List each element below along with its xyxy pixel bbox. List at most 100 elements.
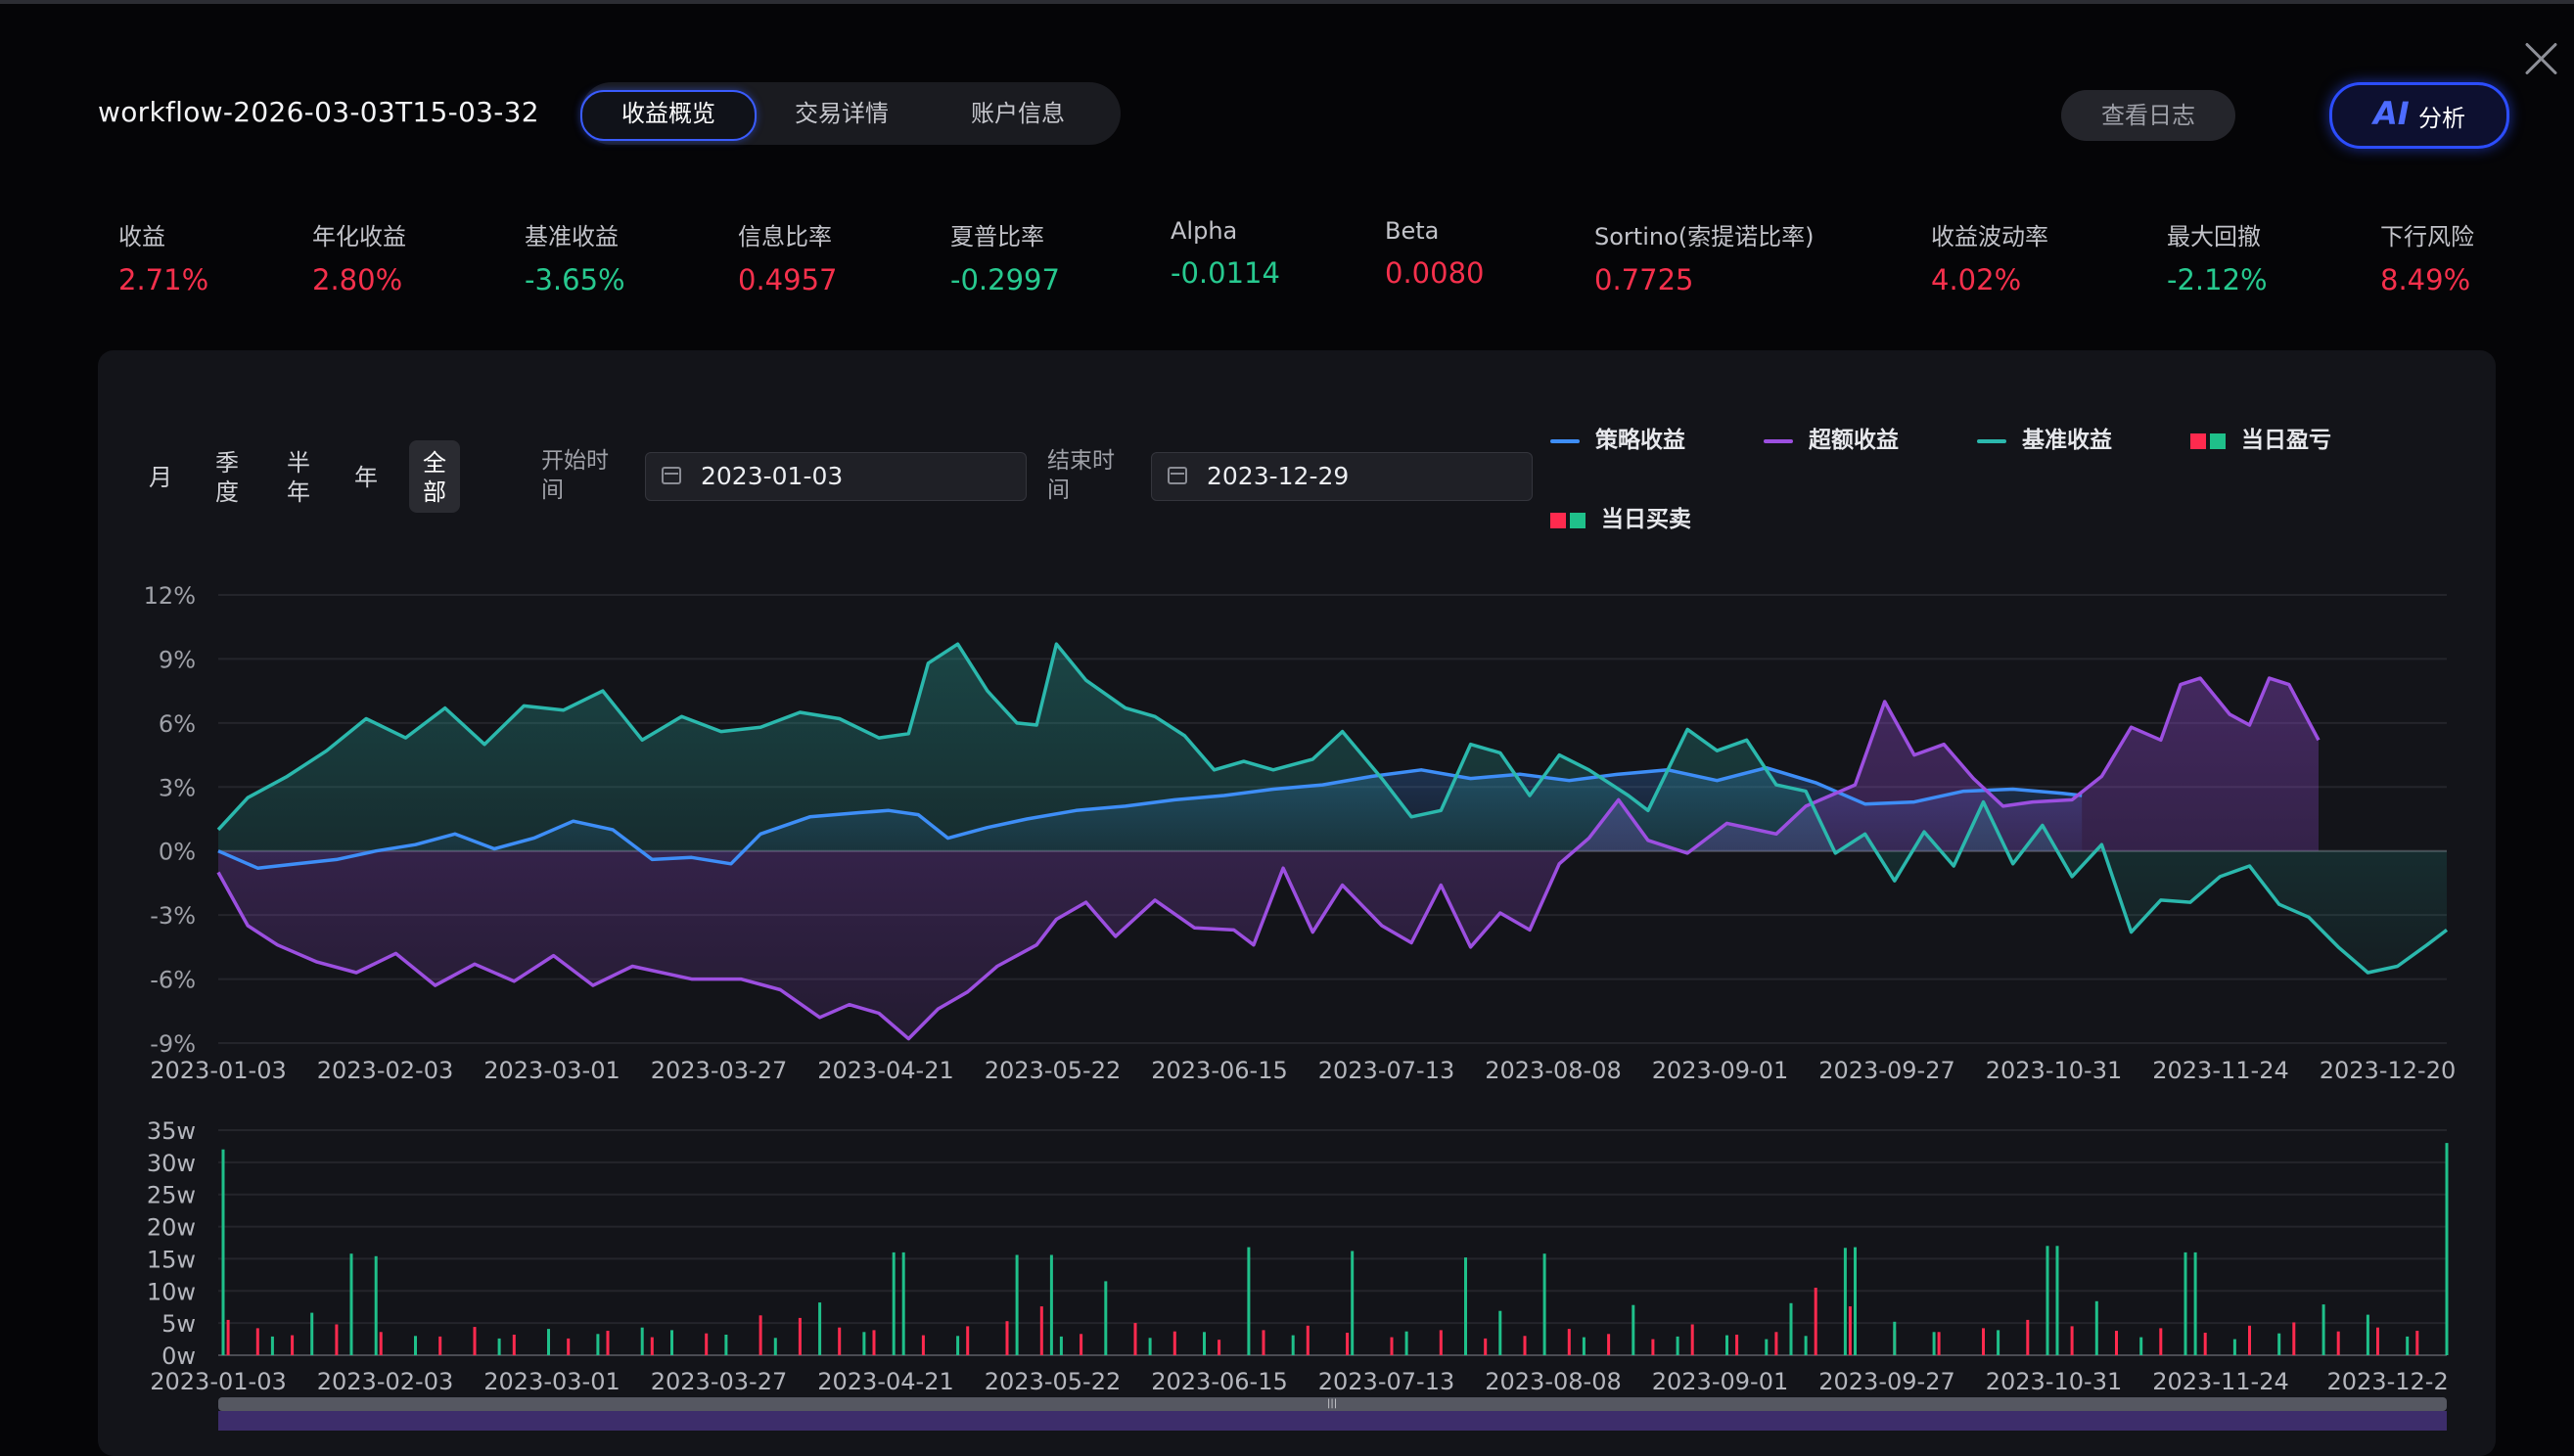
- bar-down: [374, 1255, 378, 1355]
- bar-down: [349, 1253, 353, 1355]
- bar-down: [2055, 1246, 2059, 1355]
- bar-up: [1690, 1324, 1694, 1355]
- bar-down: [670, 1330, 673, 1355]
- y-tick-label: 20w: [147, 1214, 196, 1242]
- x-tick-label: 2023-01-03: [150, 1368, 286, 1395]
- bar-up: [335, 1324, 339, 1355]
- x-tick-label: 2023-08-08: [1485, 1368, 1621, 1395]
- bar-down: [1854, 1247, 1857, 1355]
- bar-up: [1346, 1333, 1350, 1355]
- bar-down: [1059, 1336, 1063, 1355]
- bar-down: [1542, 1253, 1546, 1355]
- bar-down: [1789, 1302, 1793, 1355]
- bar-down: [2445, 1143, 2449, 1355]
- y-tick-label: 5w: [161, 1310, 196, 1338]
- bar-up: [473, 1327, 477, 1355]
- y-tick-label: 10w: [147, 1278, 196, 1305]
- bar-up: [758, 1315, 762, 1355]
- x-tick-label: 2023-09-27: [1818, 1368, 1954, 1395]
- bar-up: [1848, 1306, 1852, 1355]
- bar-down: [497, 1338, 501, 1355]
- bar-down: [1893, 1321, 1897, 1355]
- y-tick-label: 35w: [147, 1117, 196, 1145]
- bar-up: [650, 1337, 654, 1355]
- x-tick-label: 2023-06-15: [1151, 1368, 1287, 1395]
- bar-up: [291, 1335, 295, 1355]
- x-tick-label: 2023-11-24: [2152, 1368, 2288, 1395]
- bar-down: [1843, 1248, 1847, 1355]
- bar-down: [270, 1336, 274, 1355]
- bar-down: [1676, 1336, 1679, 1355]
- bar-down: [2277, 1333, 2281, 1355]
- bar-up: [2203, 1333, 2207, 1355]
- bar-down: [2045, 1246, 2049, 1355]
- bar-down: [1404, 1331, 1408, 1355]
- bar-down: [1247, 1247, 1251, 1355]
- daily-trades-bar-chart[interactable]: 35w 30w 25w 20w 15w 10w 5w 0w 2023-01-03 2023-02…: [0, 0, 2574, 1431]
- bar-down: [1049, 1254, 1053, 1355]
- bar-up: [1439, 1330, 1443, 1355]
- bar-up: [2376, 1327, 2379, 1355]
- bar-up: [1133, 1323, 1137, 1355]
- bar-up: [2026, 1319, 2030, 1355]
- bar-down: [221, 1149, 225, 1355]
- bar-down: [310, 1312, 314, 1355]
- bar-up: [1937, 1332, 1941, 1355]
- bar-down: [2406, 1336, 2410, 1355]
- bar-up: [255, 1328, 259, 1355]
- x-tick-label: 2023-10-31: [1986, 1368, 2122, 1395]
- bar-down: [1582, 1337, 1586, 1355]
- zoom-slider-handle-icon[interactable]: |||: [1327, 1397, 1337, 1411]
- x-tick-label: 2023-02-03: [317, 1368, 453, 1395]
- bar-up: [872, 1330, 876, 1355]
- bar-up: [226, 1319, 230, 1355]
- bar-up: [705, 1333, 709, 1355]
- bar-down: [1291, 1335, 1295, 1355]
- x-tick-label: 2023-03-27: [651, 1368, 787, 1395]
- bar-down: [1932, 1332, 1936, 1355]
- bar-down: [1104, 1281, 1108, 1355]
- bar-up: [438, 1336, 442, 1355]
- bar-down: [2183, 1251, 2187, 1355]
- y-tick-label: 15w: [147, 1246, 196, 1273]
- y-tick-label: 25w: [147, 1182, 196, 1209]
- bar-down: [1632, 1304, 1635, 1355]
- bar-down: [892, 1251, 896, 1355]
- bar-up: [1039, 1306, 1043, 1355]
- bar-up: [1651, 1339, 1655, 1355]
- bar-down: [1203, 1332, 1206, 1355]
- x-tick-label: 2023-03-01: [483, 1368, 620, 1395]
- bar-down: [2366, 1314, 2369, 1355]
- x-tick-label: 2023-12-2: [2327, 1368, 2449, 1395]
- bar-down: [1148, 1338, 1152, 1355]
- bar-down: [862, 1332, 866, 1355]
- y-tick-label: 0w: [161, 1342, 196, 1370]
- bar-up: [2115, 1331, 2118, 1355]
- bar-down: [724, 1335, 728, 1355]
- bar-up: [1774, 1332, 1778, 1355]
- bar-up: [606, 1331, 610, 1355]
- bar-down: [2094, 1300, 2098, 1355]
- bar-up: [2336, 1331, 2340, 1355]
- bar-down: [414, 1336, 417, 1355]
- bar-up: [1484, 1338, 1488, 1355]
- y-tick-label: 30w: [147, 1150, 196, 1177]
- bar-down: [1464, 1257, 1467, 1355]
- x-tick-label: 2023-04-21: [817, 1368, 953, 1395]
- bar-up: [966, 1326, 970, 1355]
- bar-down: [1351, 1251, 1355, 1355]
- bar-up: [1080, 1334, 1083, 1355]
- bar-up: [1814, 1288, 1817, 1355]
- bar-down: [640, 1327, 644, 1355]
- bar-up: [921, 1335, 925, 1355]
- bar-down: [2139, 1337, 2143, 1355]
- bar-down: [1498, 1310, 1502, 1355]
- bar-up: [567, 1338, 571, 1355]
- bar-down: [901, 1251, 905, 1355]
- bar-down: [818, 1302, 822, 1355]
- bar-up: [838, 1327, 842, 1355]
- bar-up: [379, 1332, 383, 1355]
- bar-up: [1262, 1330, 1265, 1355]
- bar-up: [2248, 1325, 2251, 1355]
- zoom-slider-preview[interactable]: [218, 1411, 2447, 1431]
